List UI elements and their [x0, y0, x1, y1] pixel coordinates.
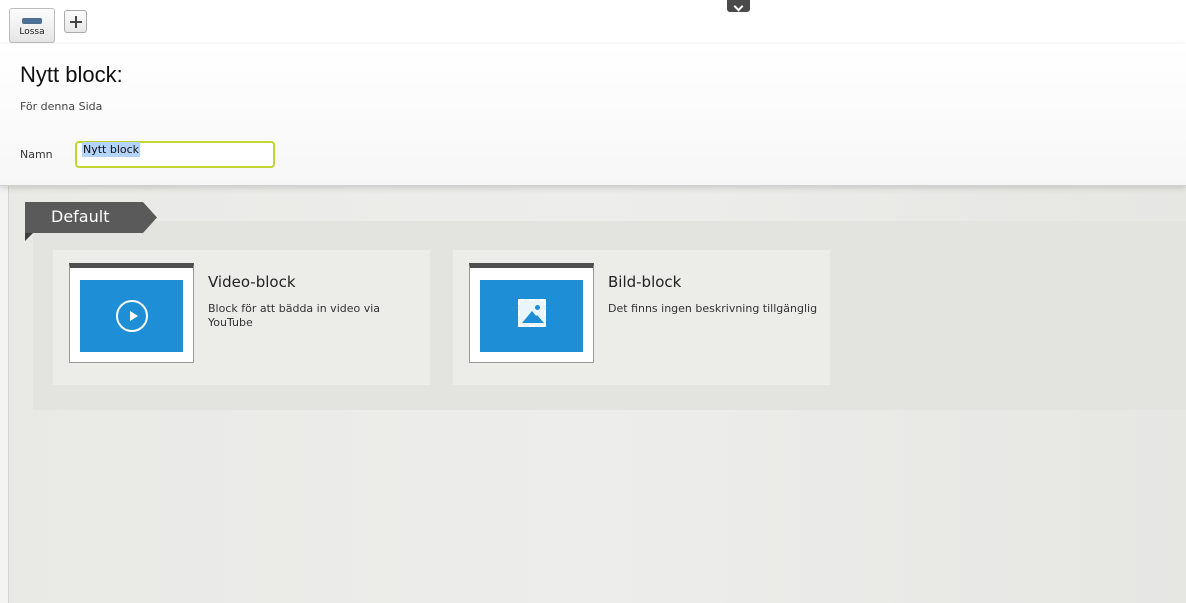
page-subtitle: För denna Sida	[20, 100, 103, 113]
block-name: Video-block	[208, 273, 296, 291]
block-description: Block för att bädda in video via YouTube	[208, 302, 381, 329]
lossa-label: Lossa	[19, 27, 45, 37]
left-scroll-edge	[0, 186, 9, 603]
block-card-video[interactable]: Video-block Block för att bädda in video…	[53, 250, 430, 385]
block-description: Det finns ingen beskrivning tillgänglig	[608, 302, 818, 315]
sun-shape	[535, 305, 540, 310]
play-icon	[116, 300, 148, 332]
name-field[interactable]: Nytt block	[75, 141, 275, 168]
lossa-button[interactable]: Lossa	[9, 8, 55, 43]
chevron-down-icon[interactable]	[727, 0, 750, 12]
page-title: Nytt block:	[20, 62, 123, 87]
pin-icon	[22, 18, 42, 24]
mountain-shape	[530, 315, 544, 323]
name-field-value: Nytt block	[82, 142, 141, 157]
block-card-image[interactable]: Bild-block Det finns ingen beskrivning t…	[453, 250, 830, 385]
block-name: Bild-block	[608, 273, 682, 291]
block-thumbnail	[469, 263, 594, 363]
name-field-label: Namn	[20, 148, 53, 161]
image-icon	[518, 299, 546, 327]
ribbon-fold	[25, 233, 33, 241]
new-block-form: Nytt block: För denna Sida Namn Nytt blo…	[0, 44, 1186, 186]
block-thumbnail	[69, 263, 194, 363]
thumbnail-image	[480, 280, 583, 352]
plus-icon[interactable]	[64, 10, 87, 33]
category-label: Default	[51, 207, 110, 226]
top-toolbar: Lossa	[0, 0, 1186, 44]
category-ribbon: Default	[25, 202, 157, 233]
thumbnail-image	[80, 280, 183, 352]
